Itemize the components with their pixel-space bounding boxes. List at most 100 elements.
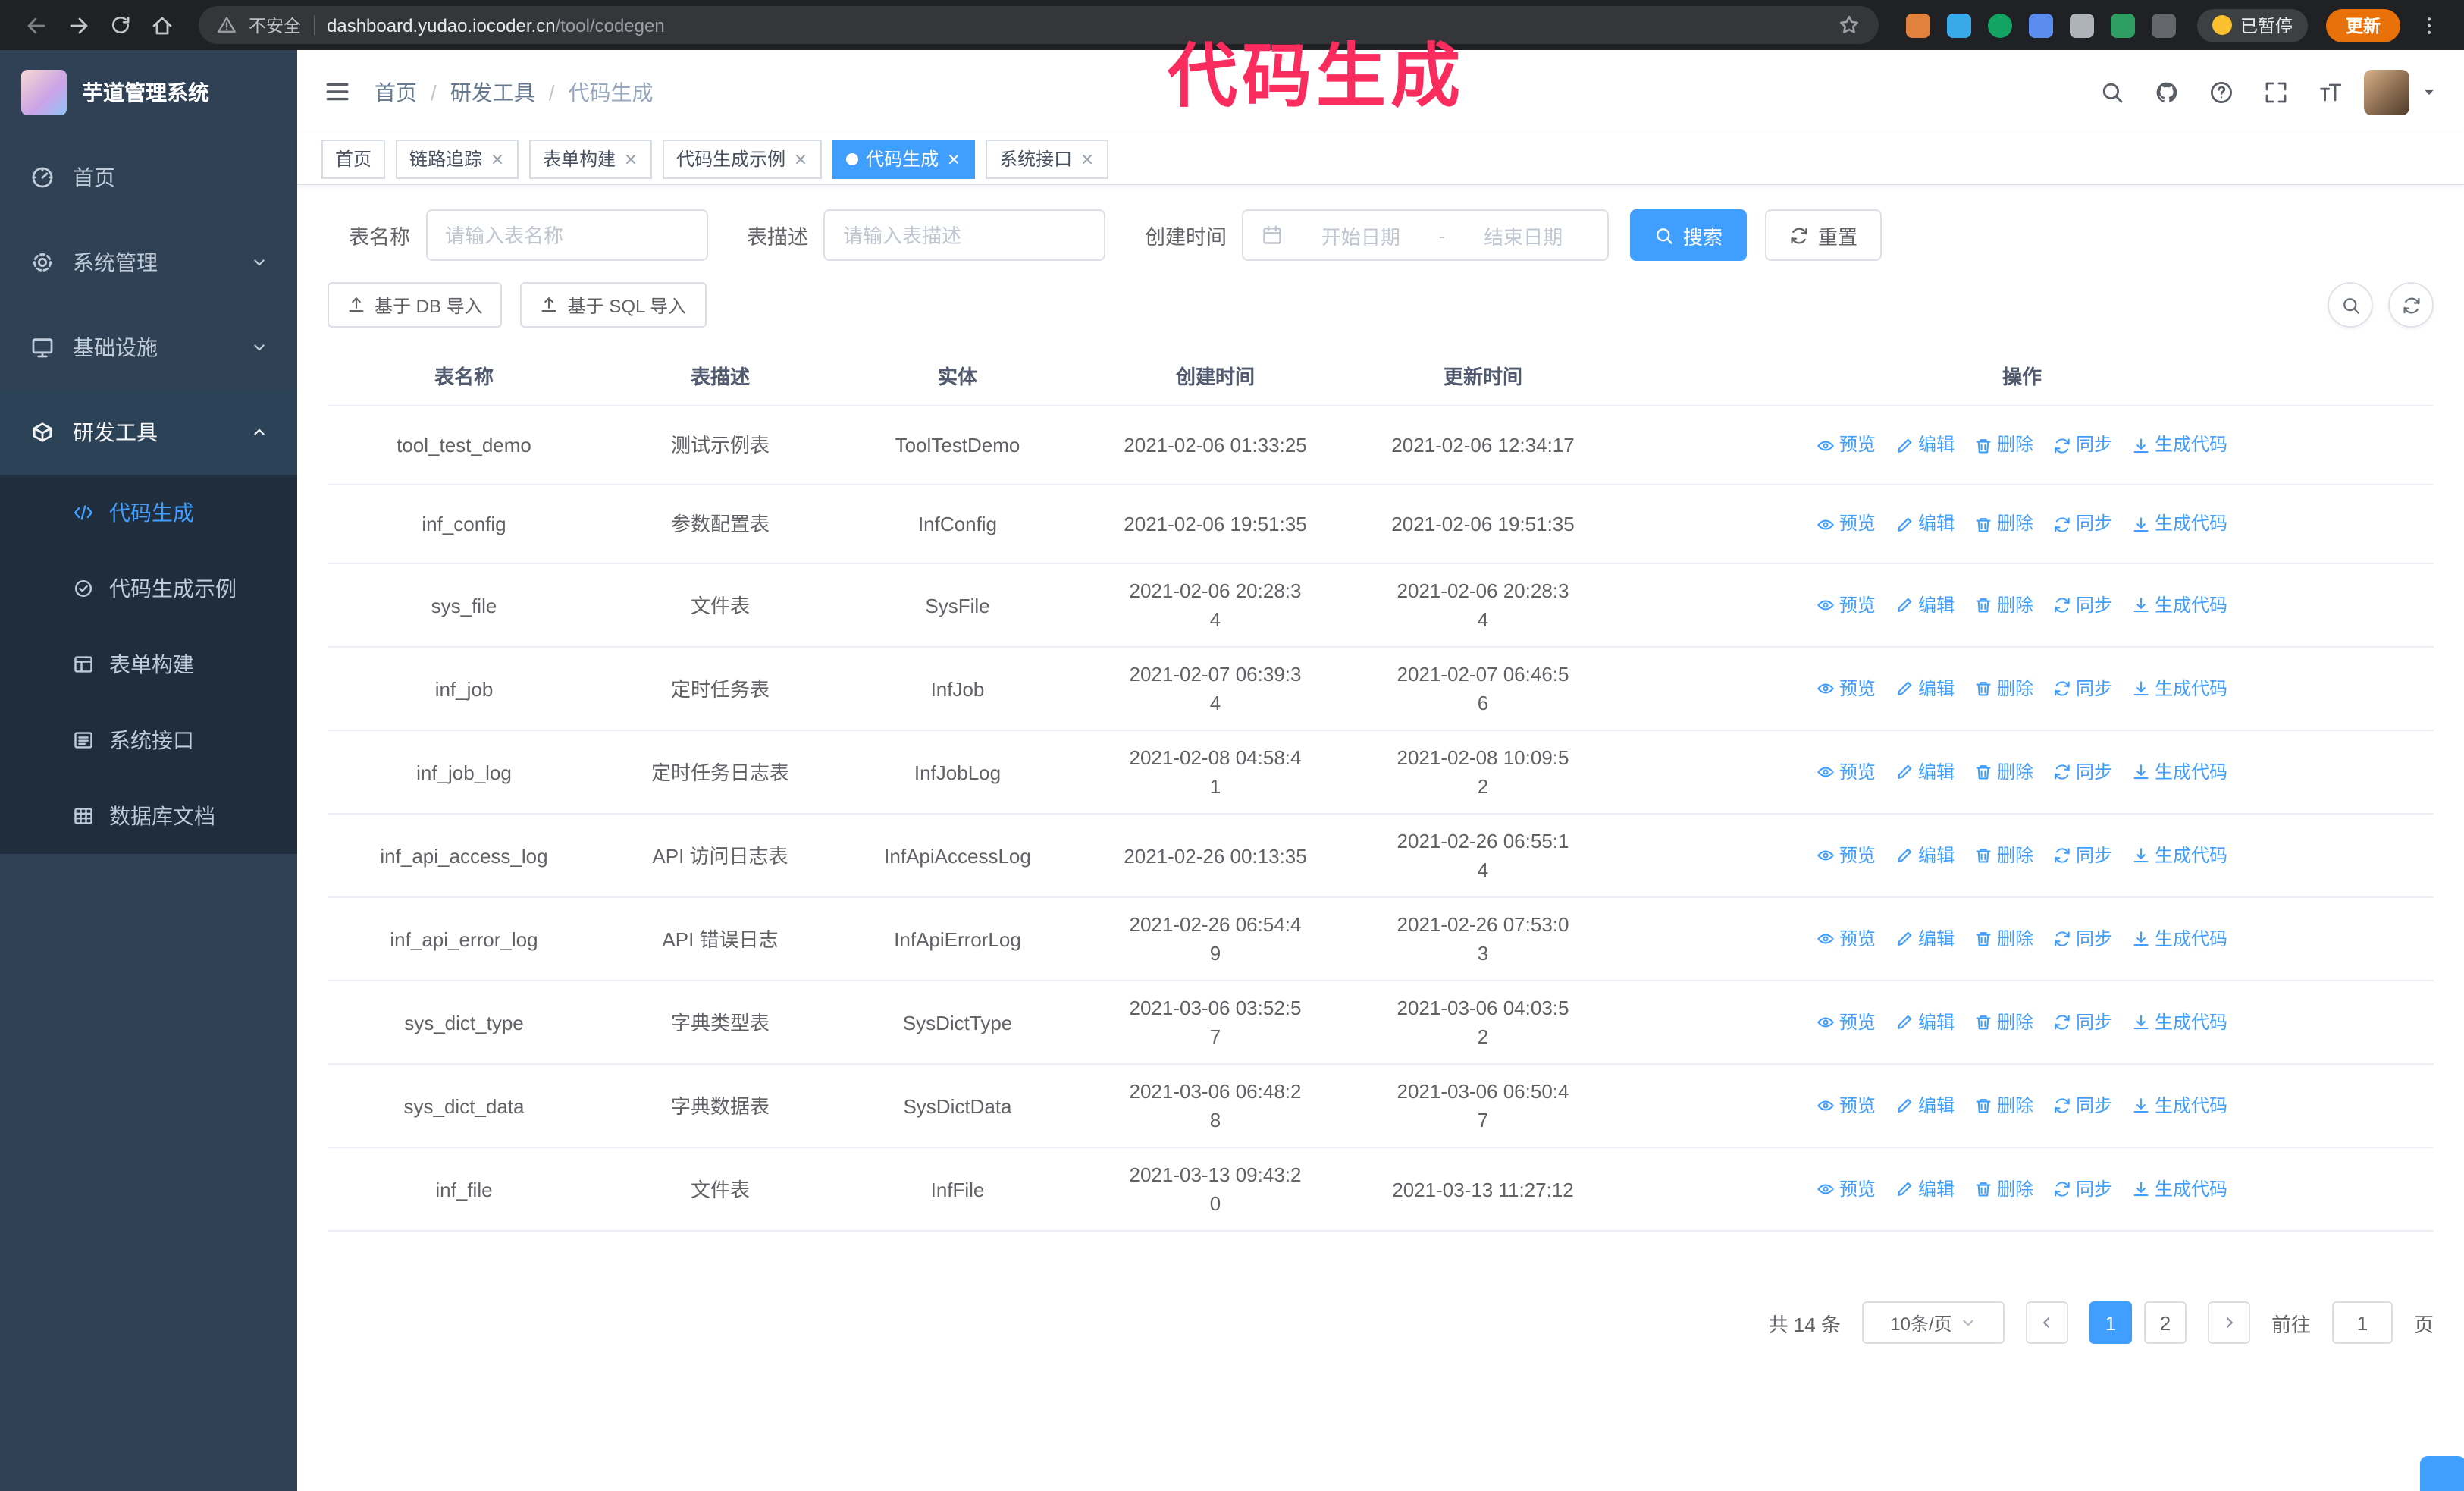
page-button-2[interactable]: 2 <box>2143 1301 2187 1344</box>
extension-icon-3[interactable] <box>1987 13 2011 37</box>
action-preview[interactable]: 预览 <box>1817 674 1876 703</box>
github-icon[interactable] <box>2155 80 2179 104</box>
page-size-select[interactable]: 10条/页 <box>1861 1301 2005 1344</box>
page-button-1[interactable]: 1 <box>2089 1301 2132 1344</box>
date-range-picker[interactable]: 开始日期 - 结束日期 <box>1242 209 1609 261</box>
sidebar-item-home[interactable]: 首页 <box>0 135 297 220</box>
close-icon[interactable] <box>946 151 961 166</box>
action-generate[interactable]: 生成代码 <box>2132 1091 2227 1120</box>
prev-page-button[interactable] <box>2025 1301 2068 1344</box>
sidebar-item-system[interactable]: 系统管理 <box>0 220 297 305</box>
reset-button[interactable]: 重置 <box>1765 209 1882 261</box>
action-delete[interactable]: 删除 <box>1974 510 2033 538</box>
fullscreen-icon[interactable] <box>2264 80 2288 104</box>
action-edit[interactable]: 编辑 <box>1895 841 1955 870</box>
tab-home[interactable]: 首页 <box>321 139 386 178</box>
action-delete[interactable]: 删除 <box>1974 1008 2033 1037</box>
refresh-table-button[interactable] <box>2388 282 2434 328</box>
close-icon[interactable] <box>490 151 505 166</box>
action-generate[interactable]: 生成代码 <box>2132 674 2227 703</box>
action-preview[interactable]: 预览 <box>1817 841 1876 870</box>
import-db-button[interactable]: 基于 DB 导入 <box>328 282 503 328</box>
tab-api-doc[interactable]: 系统接口 <box>986 139 1109 178</box>
action-preview[interactable]: 预览 <box>1817 924 1876 953</box>
action-delete[interactable]: 删除 <box>1974 1091 2033 1120</box>
breadcrumb-item[interactable]: 研发工具 <box>450 77 535 107</box>
action-generate[interactable]: 生成代码 <box>2132 758 2227 786</box>
close-icon[interactable] <box>623 151 638 166</box>
browser-menu-icon[interactable] <box>2419 14 2440 36</box>
browser-back-icon[interactable] <box>24 13 49 37</box>
action-generate[interactable]: 生成代码 <box>2132 510 2227 538</box>
action-generate[interactable]: 生成代码 <box>2132 924 2227 953</box>
sidebar-item-codegen-example[interactable]: 代码生成示例 <box>0 551 297 626</box>
tab-form-build[interactable]: 表单构建 <box>529 139 653 178</box>
action-edit[interactable]: 编辑 <box>1895 758 1955 786</box>
browser-forward-icon[interactable] <box>67 13 91 37</box>
action-edit[interactable]: 编辑 <box>1895 1008 1955 1037</box>
action-edit[interactable]: 编辑 <box>1895 1175 1955 1204</box>
action-edit[interactable]: 编辑 <box>1895 1091 1955 1120</box>
search-button[interactable]: 搜索 <box>1630 209 1748 261</box>
address-bar[interactable]: 不安全 dashboard.yudao.iocoder.cn/tool/code… <box>199 6 1878 44</box>
question-icon[interactable] <box>2209 80 2234 104</box>
floating-button[interactable] <box>2420 1456 2464 1491</box>
font-size-icon[interactable] <box>2318 80 2343 104</box>
action-preview[interactable]: 预览 <box>1817 1175 1876 1204</box>
action-edit[interactable]: 编辑 <box>1895 924 1955 953</box>
user-avatar[interactable] <box>2364 69 2409 115</box>
action-generate[interactable]: 生成代码 <box>2132 431 2227 460</box>
action-sync[interactable]: 同步 <box>2053 841 2112 870</box>
action-sync[interactable]: 同步 <box>2053 1091 2112 1120</box>
action-sync[interactable]: 同步 <box>2053 1175 2112 1204</box>
extension-icon-4[interactable] <box>2028 13 2052 37</box>
bookmark-star-icon[interactable] <box>1837 14 1860 36</box>
sidebar-item-infra[interactable]: 基础设施 <box>0 305 297 390</box>
avatar-caret-icon[interactable] <box>2422 84 2437 99</box>
action-delete[interactable]: 删除 <box>1974 1175 2033 1204</box>
action-delete[interactable]: 删除 <box>1974 758 2033 786</box>
paused-badge[interactable]: 已暂停 <box>2196 8 2308 42</box>
extension-icon-2[interactable] <box>1946 13 1970 37</box>
next-page-button[interactable] <box>2207 1301 2250 1344</box>
extension-icon-6[interactable] <box>2110 13 2134 37</box>
browser-home-icon[interactable] <box>150 13 174 37</box>
action-delete[interactable]: 删除 <box>1974 924 2033 953</box>
action-sync[interactable]: 同步 <box>2053 431 2112 460</box>
action-delete[interactable]: 删除 <box>1974 674 2033 703</box>
action-generate[interactable]: 生成代码 <box>2132 1175 2227 1204</box>
action-preview[interactable]: 预览 <box>1817 591 1876 620</box>
tab-codegen[interactable]: 代码生成 <box>832 139 976 178</box>
action-sync[interactable]: 同步 <box>2053 1008 2112 1037</box>
action-generate[interactable]: 生成代码 <box>2132 841 2227 870</box>
search-icon[interactable] <box>2100 80 2124 104</box>
action-preview[interactable]: 预览 <box>1817 510 1876 538</box>
action-generate[interactable]: 生成代码 <box>2132 1008 2227 1037</box>
action-preview[interactable]: 预览 <box>1817 431 1876 460</box>
close-icon[interactable] <box>1080 151 1095 166</box>
action-sync[interactable]: 同步 <box>2053 674 2112 703</box>
close-icon[interactable] <box>793 151 808 166</box>
action-edit[interactable]: 编辑 <box>1895 431 1955 460</box>
action-sync[interactable]: 同步 <box>2053 758 2112 786</box>
breadcrumb-item[interactable]: 首页 <box>375 77 417 107</box>
import-sql-button[interactable]: 基于 SQL 导入 <box>520 282 707 328</box>
action-preview[interactable]: 预览 <box>1817 1091 1876 1120</box>
goto-page-input[interactable] <box>2331 1301 2393 1344</box>
action-sync[interactable]: 同步 <box>2053 591 2112 620</box>
sidebar-item-db-doc[interactable]: 数据库文档 <box>0 778 297 854</box>
action-delete[interactable]: 删除 <box>1974 591 2033 620</box>
browser-reload-icon[interactable] <box>109 14 132 36</box>
update-button[interactable]: 更新 <box>2326 8 2400 42</box>
action-edit[interactable]: 编辑 <box>1895 591 1955 620</box>
action-sync[interactable]: 同步 <box>2053 924 2112 953</box>
extension-icon-1[interactable] <box>1905 13 1930 37</box>
sidebar-item-api-doc[interactable]: 系统接口 <box>0 702 297 778</box>
action-generate[interactable]: 生成代码 <box>2132 591 2227 620</box>
tab-codegen-example[interactable]: 代码生成示例 <box>663 139 823 178</box>
action-edit[interactable]: 编辑 <box>1895 674 1955 703</box>
extension-icon-7[interactable] <box>2151 13 2175 37</box>
toggle-search-button[interactable] <box>2328 282 2373 328</box>
action-edit[interactable]: 编辑 <box>1895 510 1955 538</box>
action-preview[interactable]: 预览 <box>1817 758 1876 786</box>
